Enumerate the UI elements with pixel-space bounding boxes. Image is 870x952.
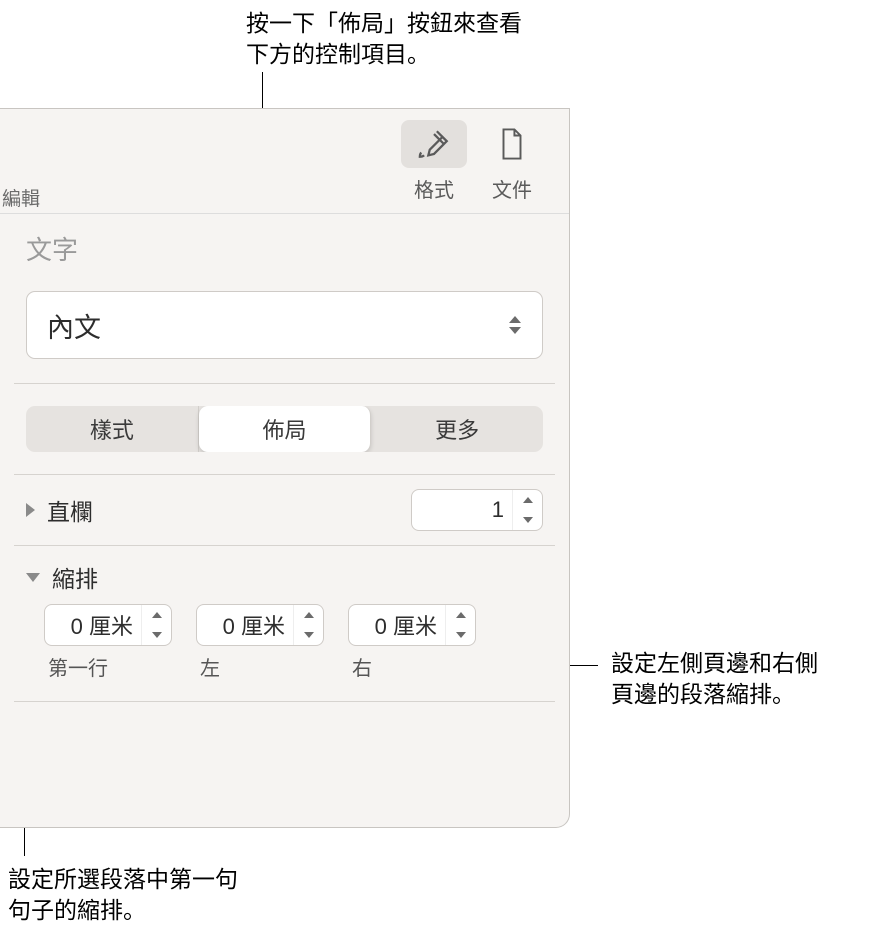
tab-label: 樣式	[90, 413, 134, 445]
style-layout-more-tabs: 樣式 佈局 更多	[26, 406, 543, 452]
annotation-text: 下方的控制項目。	[246, 41, 430, 67]
paintbrush-icon	[401, 120, 467, 168]
stepper-arrows[interactable]	[293, 605, 323, 645]
annotation-text: 按一下「佈局」按鈕來查看	[246, 10, 522, 36]
columns-stepper[interactable]: 1	[411, 489, 543, 531]
inspector-panel: 編輯 格式 文件 文字 內文 樣式 佈局 更多 直欄 1	[0, 108, 570, 828]
tab-label: 更多	[435, 413, 479, 445]
stepper-arrows[interactable]	[445, 605, 475, 645]
indent-first-label: 第一行	[48, 652, 108, 681]
indent-right-stepper[interactable]: 0 厘米	[348, 604, 476, 646]
edit-label: 編輯	[2, 184, 40, 211]
tab-layout[interactable]: 佈局	[199, 406, 372, 452]
stepper-down-icon[interactable]	[142, 625, 171, 645]
annotation-text: 設定所選段落中第一句	[8, 866, 238, 892]
indent-fields: 0 厘米 第一行 0 厘米 左 0 厘米	[0, 598, 569, 681]
toolbar: 編輯 格式 文件	[0, 109, 569, 214]
indent-first-col: 0 厘米 第一行	[44, 604, 172, 681]
stepper-value: 0 厘米	[197, 609, 293, 641]
annotation-layout-hint: 按一下「佈局」按鈕來查看 下方的控制項目。	[246, 8, 522, 70]
tab-style[interactable]: 樣式	[26, 406, 199, 452]
annotation-text: 頁邊的段落縮排。	[611, 681, 795, 707]
stepper-value: 0 厘米	[45, 609, 141, 641]
annotation-text: 設定左側頁邊和右側	[611, 650, 818, 676]
columns-label: 直欄	[47, 493, 93, 527]
divider	[14, 701, 555, 702]
stepper-up-icon[interactable]	[142, 605, 171, 625]
divider	[14, 383, 555, 384]
stepper-up-icon[interactable]	[446, 605, 475, 625]
columns-row: 直欄 1	[0, 475, 569, 545]
indent-left-col: 0 厘米 左	[196, 604, 324, 681]
stepper-up-icon[interactable]	[294, 605, 323, 625]
tab-more[interactable]: 更多	[371, 406, 543, 452]
stepper-down-icon[interactable]	[294, 625, 323, 645]
disclosure-triangle-icon[interactable]	[26, 573, 40, 582]
indent-right-col: 0 厘米 右	[348, 604, 476, 681]
dropdown-value: 內文	[47, 306, 101, 345]
indent-row: 縮排	[0, 546, 569, 598]
annotation-firstline: 設定所選段落中第一句 句子的縮排。	[8, 864, 238, 926]
annotation-margin-indent: 設定左側頁邊和右側 頁邊的段落縮排。	[611, 648, 818, 710]
indent-label: 縮排	[52, 560, 98, 594]
toolbar-label: 格式	[414, 174, 454, 203]
indent-left-stepper[interactable]: 0 厘米	[196, 604, 324, 646]
stepper-value: 0 厘米	[349, 609, 445, 641]
document-button[interactable]: 文件	[473, 120, 551, 203]
stepper-down-icon[interactable]	[513, 510, 542, 530]
tab-label: 佈局	[263, 413, 307, 445]
stepper-down-icon[interactable]	[446, 625, 475, 645]
stepper-value: 1	[412, 497, 512, 523]
indent-first-stepper[interactable]: 0 厘米	[44, 604, 172, 646]
stepper-arrows[interactable]	[512, 490, 542, 530]
disclosure-triangle-icon[interactable]	[26, 503, 35, 517]
indent-left-label: 左	[200, 652, 220, 681]
paragraph-style-dropdown[interactable]: 內文	[26, 291, 543, 359]
format-button[interactable]: 格式	[395, 120, 473, 203]
annotation-text: 句子的縮排。	[8, 897, 146, 923]
toolbar-label: 文件	[492, 174, 532, 203]
stepper-up-icon[interactable]	[513, 490, 542, 510]
document-icon	[479, 120, 545, 168]
chevron-up-down-icon	[506, 316, 524, 334]
section-title-text: 文字	[0, 214, 569, 285]
stepper-arrows[interactable]	[141, 605, 171, 645]
indent-right-label: 右	[352, 652, 372, 681]
